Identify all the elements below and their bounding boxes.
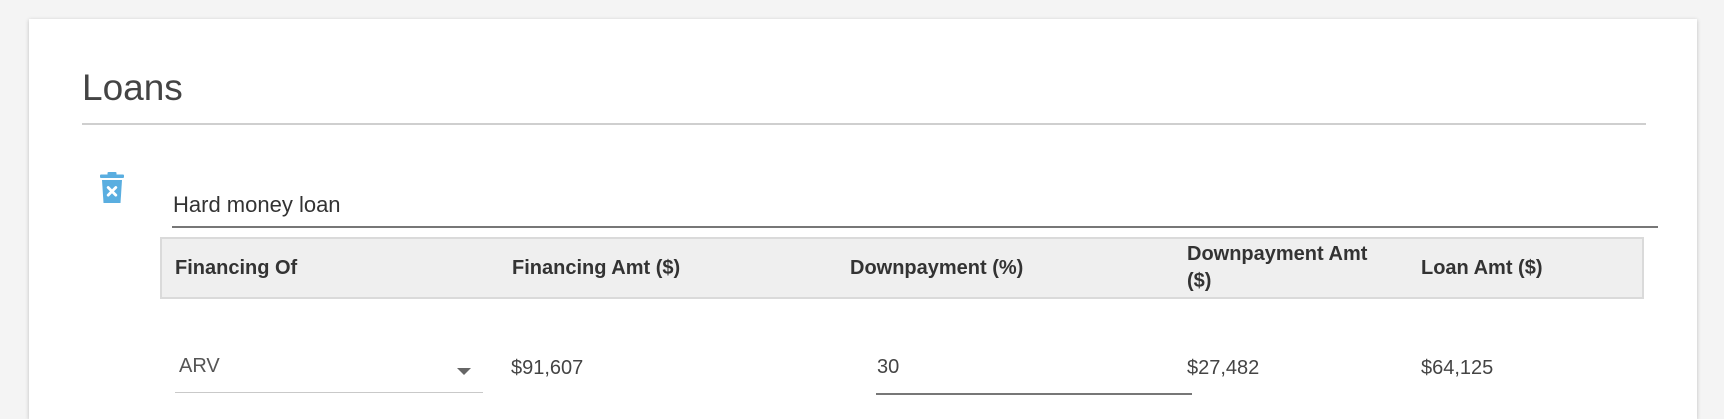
loan-name-input[interactable] — [172, 184, 1658, 228]
header-loan-amt: Loan Amt ($) — [1421, 256, 1543, 279]
header-financing-of: Financing Of — [175, 256, 298, 279]
header-financing-amt: Financing Amt ($) — [512, 256, 681, 279]
header-downpayment-pct: Downpayment (%) — [850, 256, 1024, 279]
trash-x-icon — [99, 172, 125, 204]
chevron-down-icon — [457, 368, 471, 375]
financing-of-select[interactable]: ARV — [175, 337, 483, 393]
loans-card: Loans Financing Of Financing Amt ($) Dow… — [29, 19, 1697, 419]
header-downpayment-amt: Downpayment Amt ($) — [1187, 243, 1368, 292]
downpayment-pct-input[interactable] — [876, 341, 1192, 395]
table-header: Financing Of Financing Amt ($) Downpayme… — [160, 237, 1644, 299]
loan-amt-value: $64,125 — [1421, 357, 1494, 379]
title-divider — [82, 123, 1646, 125]
downpayment-amt-value: $27,482 — [1187, 357, 1260, 379]
financing-amt-value: $91,607 — [511, 357, 584, 379]
delete-loan-button[interactable] — [99, 172, 125, 204]
section-title: Loans — [82, 67, 183, 108]
financing-of-value: ARV — [179, 355, 220, 377]
